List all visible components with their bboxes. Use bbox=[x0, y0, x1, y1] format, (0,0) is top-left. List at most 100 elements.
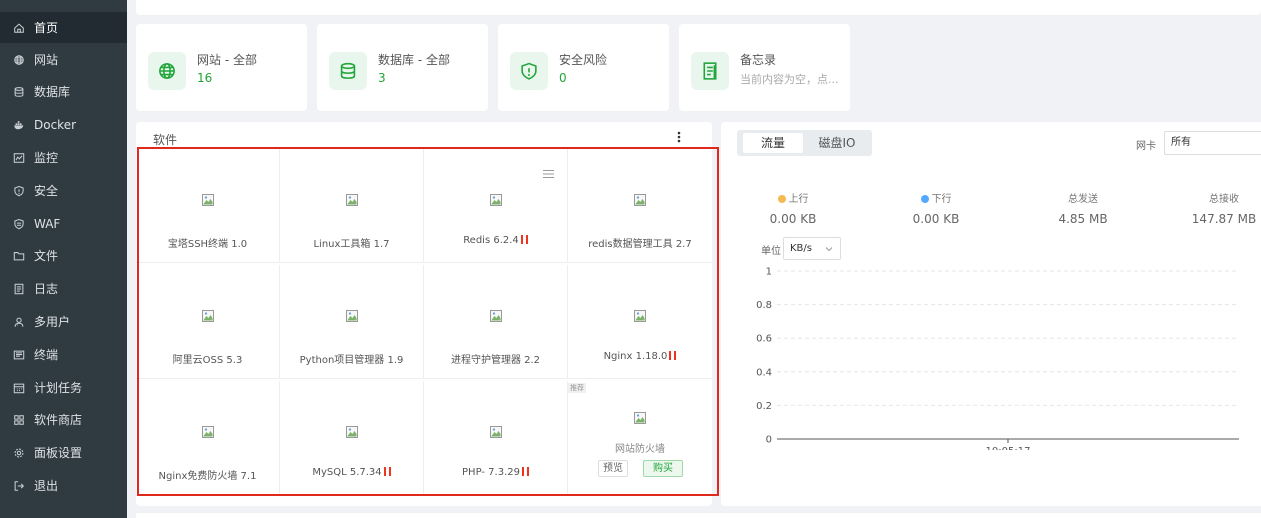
software-name: PHP- 7.3.29 bbox=[424, 467, 567, 478]
database-icon bbox=[329, 52, 367, 90]
software-item[interactable]: MySQL 5.7.34 bbox=[280, 381, 424, 495]
stat-value: 当前内容为空，点... bbox=[740, 73, 839, 86]
chevron-down-icon bbox=[825, 247, 833, 252]
preview-button[interactable]: 预览 bbox=[598, 460, 628, 477]
summary-label: 上行 bbox=[753, 190, 833, 205]
broken-image-icon bbox=[201, 193, 215, 207]
sidebar-item-gear[interactable]: 面板设置 bbox=[0, 437, 127, 468]
broken-image-icon bbox=[489, 309, 503, 323]
globe-icon bbox=[12, 53, 26, 67]
network-panel: 流量 磁盘IO 网卡 所有 上行 0.00 KB 下行 0.00 KB 总发送 4.85 M… bbox=[721, 122, 1261, 506]
nic-label: 网卡 bbox=[1136, 141, 1156, 152]
sidebar-item-globe[interactable]: 网站 bbox=[0, 44, 127, 75]
sidebar-item-docker[interactable]: Docker bbox=[0, 109, 127, 140]
software-name: Nginx 1.18.0 bbox=[568, 351, 712, 362]
terminal-icon bbox=[12, 348, 26, 362]
app-store-icon bbox=[12, 413, 26, 427]
software-item[interactable]: Linux工具箱 1.7 bbox=[280, 149, 424, 263]
sidebar-item-label: 监控 bbox=[34, 151, 59, 165]
software-name-text: 宝塔SSH终端 1.0 bbox=[167, 239, 248, 250]
stat-card-databases[interactable]: 数据库 - 全部 3 bbox=[317, 24, 488, 111]
sidebar-item-label: 文件 bbox=[34, 249, 59, 263]
summary-value: 4.85 MB bbox=[1058, 212, 1108, 226]
software-name-text: PHP- 7.3.29 bbox=[462, 467, 520, 478]
sidebar-item-log[interactable]: 日志 bbox=[0, 273, 127, 304]
broken-image-icon bbox=[345, 309, 359, 323]
upload-dot-icon bbox=[777, 195, 786, 203]
software-item[interactable]: Nginx 1.18.0 bbox=[568, 265, 712, 379]
broken-image-icon bbox=[345, 193, 359, 207]
summary-label: 总接收 bbox=[1184, 190, 1261, 205]
sidebar-item-label: 网站 bbox=[34, 53, 59, 67]
sidebar-item-users[interactable]: 多用户 bbox=[0, 306, 127, 337]
sidebar-item-shield[interactable]: 安全 bbox=[0, 175, 127, 206]
nic-select[interactable]: 所有 bbox=[1164, 131, 1261, 155]
sidebar-item-terminal[interactable]: 终端 bbox=[0, 339, 127, 370]
sidebar-item-home[interactable]: 首页 bbox=[0, 12, 127, 43]
broken-image-icon bbox=[633, 411, 647, 425]
software-name-text: 阿里云OSS 5.3 bbox=[172, 355, 243, 366]
unit-value: KB/s bbox=[790, 243, 812, 254]
pause-icon bbox=[667, 351, 677, 362]
monitor-icon bbox=[12, 151, 26, 165]
software-name: Nginx免费防火墙 7.1 bbox=[136, 467, 279, 482]
sidebar-item-calendar[interactable]: 计划任务 bbox=[0, 372, 127, 403]
software-item[interactable]: Python项目管理器 1.9 bbox=[280, 265, 424, 379]
software-item[interactable]: 阿里云OSS 5.3 bbox=[136, 265, 280, 379]
software-name-text: 进程守护管理器 2.2 bbox=[450, 355, 541, 366]
more-options-icon[interactable] bbox=[675, 130, 683, 144]
sidebar-item-label: 数据库 bbox=[34, 85, 71, 99]
summary-total-received: 总接收 147.87 MB bbox=[1184, 190, 1261, 226]
calendar-icon bbox=[12, 381, 26, 395]
software-item[interactable]: redis数据管理工具 2.7 bbox=[568, 149, 712, 263]
sidebar-item-database[interactable]: 数据库 bbox=[0, 76, 127, 107]
globe-icon bbox=[148, 52, 186, 90]
software-name-text: MySQL 5.7.34 bbox=[312, 467, 382, 478]
y-tick-label: 0.4 bbox=[756, 367, 772, 378]
docker-icon bbox=[12, 118, 26, 132]
software-item[interactable]: Redis 6.2.4 bbox=[424, 149, 568, 263]
sidebar-item-monitor[interactable]: 监控 bbox=[0, 142, 127, 173]
pause-icon bbox=[382, 467, 391, 478]
summary-total-sent: 总发送 4.85 MB bbox=[1043, 190, 1123, 226]
software-item[interactable]: 进程守护管理器 2.2 bbox=[424, 265, 568, 379]
folder-icon bbox=[12, 249, 26, 263]
stat-card-memo[interactable]: 备忘录当前内容为空，点... bbox=[679, 24, 850, 111]
software-item[interactable]: Nginx免费防火墙 7.1 bbox=[136, 381, 280, 495]
stat-card-security[interactable]: 安全风险 0 bbox=[498, 24, 669, 111]
bottom-strip bbox=[136, 513, 1261, 518]
summary-label: 总发送 bbox=[1043, 190, 1123, 205]
sidebar-item-waf-shield[interactable]: WAF bbox=[0, 208, 127, 239]
sidebar-item-label: Docker bbox=[34, 117, 77, 132]
software-item[interactable]: 宝塔SSH终端 1.0 bbox=[136, 149, 280, 263]
unit-label: 单位 bbox=[761, 246, 781, 257]
sidebar-item-label: 面板设置 bbox=[34, 446, 83, 460]
software-item[interactable]: PHP- 7.3.29 bbox=[424, 381, 568, 495]
log-icon bbox=[12, 282, 26, 296]
software-name-text: Nginx免费防火墙 7.1 bbox=[158, 471, 257, 482]
sidebar-item-folder[interactable]: 文件 bbox=[0, 240, 127, 271]
broken-image-icon bbox=[633, 309, 647, 323]
software-name: MySQL 5.7.34 bbox=[280, 467, 423, 478]
summary-value: 147.87 MB bbox=[1191, 212, 1257, 226]
stat-card-sites[interactable]: 网站 - 全部 16 bbox=[136, 24, 307, 111]
buy-button[interactable]: 购买 bbox=[643, 460, 683, 477]
software-name: 网站防火墙 bbox=[615, 444, 665, 455]
recommended-software-item[interactable]: 推荐 网站防火墙 预览 购买 bbox=[568, 381, 712, 495]
sidebar-item-label: WAF bbox=[34, 216, 61, 231]
x-tick-label: 10:05:17 bbox=[986, 446, 1031, 450]
sidebar-item-label: 终端 bbox=[34, 348, 59, 362]
tab-traffic[interactable]: 流量 bbox=[743, 133, 803, 153]
sidebar-item-logout[interactable]: 退出 bbox=[0, 470, 127, 501]
tab-disk-io[interactable]: 磁盘IO bbox=[808, 133, 866, 153]
software-title: 软件 bbox=[153, 133, 178, 147]
sidebar-item-app-store[interactable]: 软件商店 bbox=[0, 404, 127, 435]
stat-label: 网站 - 全部 bbox=[197, 53, 257, 67]
stat-label: 备忘录 bbox=[740, 53, 777, 67]
stat-value: 0 bbox=[559, 71, 567, 85]
unit-select[interactable]: KB/s bbox=[783, 237, 841, 260]
shield-icon bbox=[12, 184, 26, 198]
menu-icon[interactable] bbox=[543, 168, 554, 178]
software-name: 宝塔SSH终端 1.0 bbox=[136, 235, 279, 250]
pause-icon bbox=[519, 235, 528, 246]
